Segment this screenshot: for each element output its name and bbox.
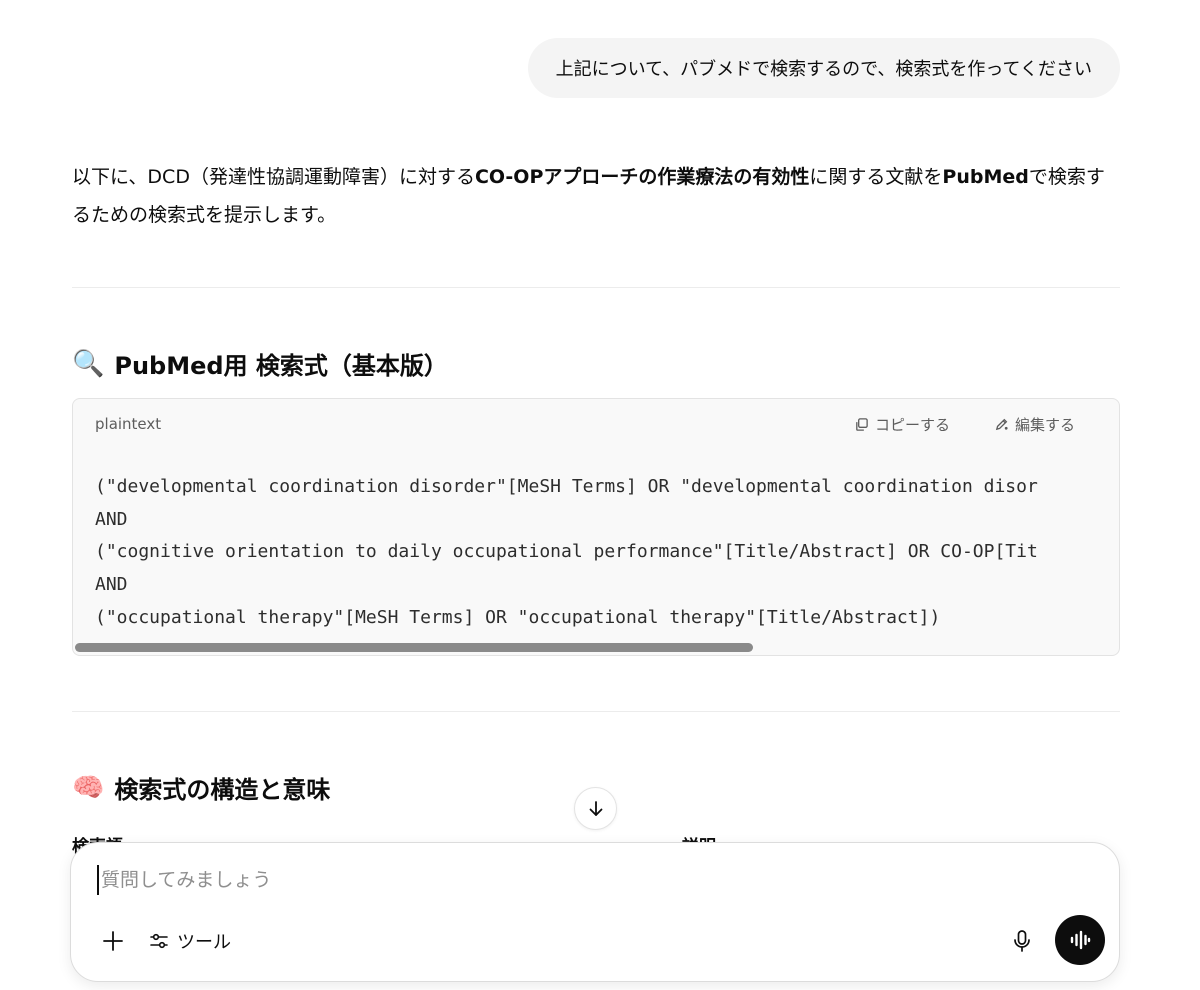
plus-icon [103,931,123,951]
edit-label: 編集する [1014,415,1075,434]
microphone-button[interactable] [1006,925,1038,957]
copy-label: コピーする [874,415,950,434]
divider [72,711,1120,712]
user-message-text: 上記について、パブメドで検索するので、検索式を作ってください [555,59,1092,80]
code-line: ("developmental coordination disorder"[M… [95,476,1038,497]
code-line: AND [95,574,128,596]
intro-text-1: 以下に、DCD（発達性協調運動障害）に対する [72,166,475,188]
add-attachment-button[interactable] [97,925,129,957]
code-actions: コピーする 編集する [854,414,1075,435]
intro-text-2: に関する文献を [809,166,943,188]
user-message-bubble: 上記について、パブメドで検索するので、検索式を作ってください [527,38,1120,98]
code-block-header: plaintext コピーする 編集する [73,399,1119,449]
section-title: 検索式の構造と意味 [114,776,331,804]
intro-bold-1: CO-OPアプローチの作業療法の有効性 [474,166,810,188]
code-line: AND [95,508,128,530]
section-title: PubMed用 検索式（基本版） [114,352,448,380]
message-composer: ツール [70,842,1120,982]
brain-emoji-icon: 🧠 [72,772,105,803]
microphone-icon [1014,930,1030,952]
tools-button[interactable]: ツール [149,925,231,957]
sliders-icon [150,933,168,949]
pencil-icon [995,418,1008,430]
code-block: plaintext コピーする 編集する ("developmental coo… [72,398,1120,656]
section-heading-structure: 🧠 検索式の構造と意味 [72,770,330,805]
voice-mode-button[interactable] [1055,915,1105,965]
code-line: ("occupational therapy"[MeSH Terms] OR "… [95,606,941,628]
code-content: ("developmental coordination disorder"[M… [95,471,1119,635]
chat-page: 上記について、パブメドで検索するので、検索式を作ってください 以下に、DCD（発… [0,0,1200,990]
waveform-icon [1070,930,1091,950]
magnifier-emoji-icon: 🔍 [72,348,105,379]
edit-code-button[interactable]: 編集する [994,414,1075,435]
copy-icon [856,417,868,431]
scroll-to-bottom-button[interactable] [574,787,617,830]
horizontal-scrollbar-thumb[interactable] [75,643,753,652]
intro-bold-2: PubMed [942,166,1029,188]
prompt-input[interactable] [97,865,1057,895]
section-heading-search-query: 🔍 PubMed用 検索式（基本版） [72,346,448,381]
divider [72,287,1120,288]
code-language-label: plaintext [95,415,162,433]
arrow-down-icon [589,800,602,816]
code-line: ("cognitive orientation to daily occupat… [95,541,1038,563]
copy-code-button[interactable]: コピーする [854,414,950,435]
tools-label: ツール [177,932,231,953]
assistant-intro-text: 以下に、DCD（発達性協調運動障害）に対するCO-OPアプローチの作業療法の有効… [72,158,1122,234]
